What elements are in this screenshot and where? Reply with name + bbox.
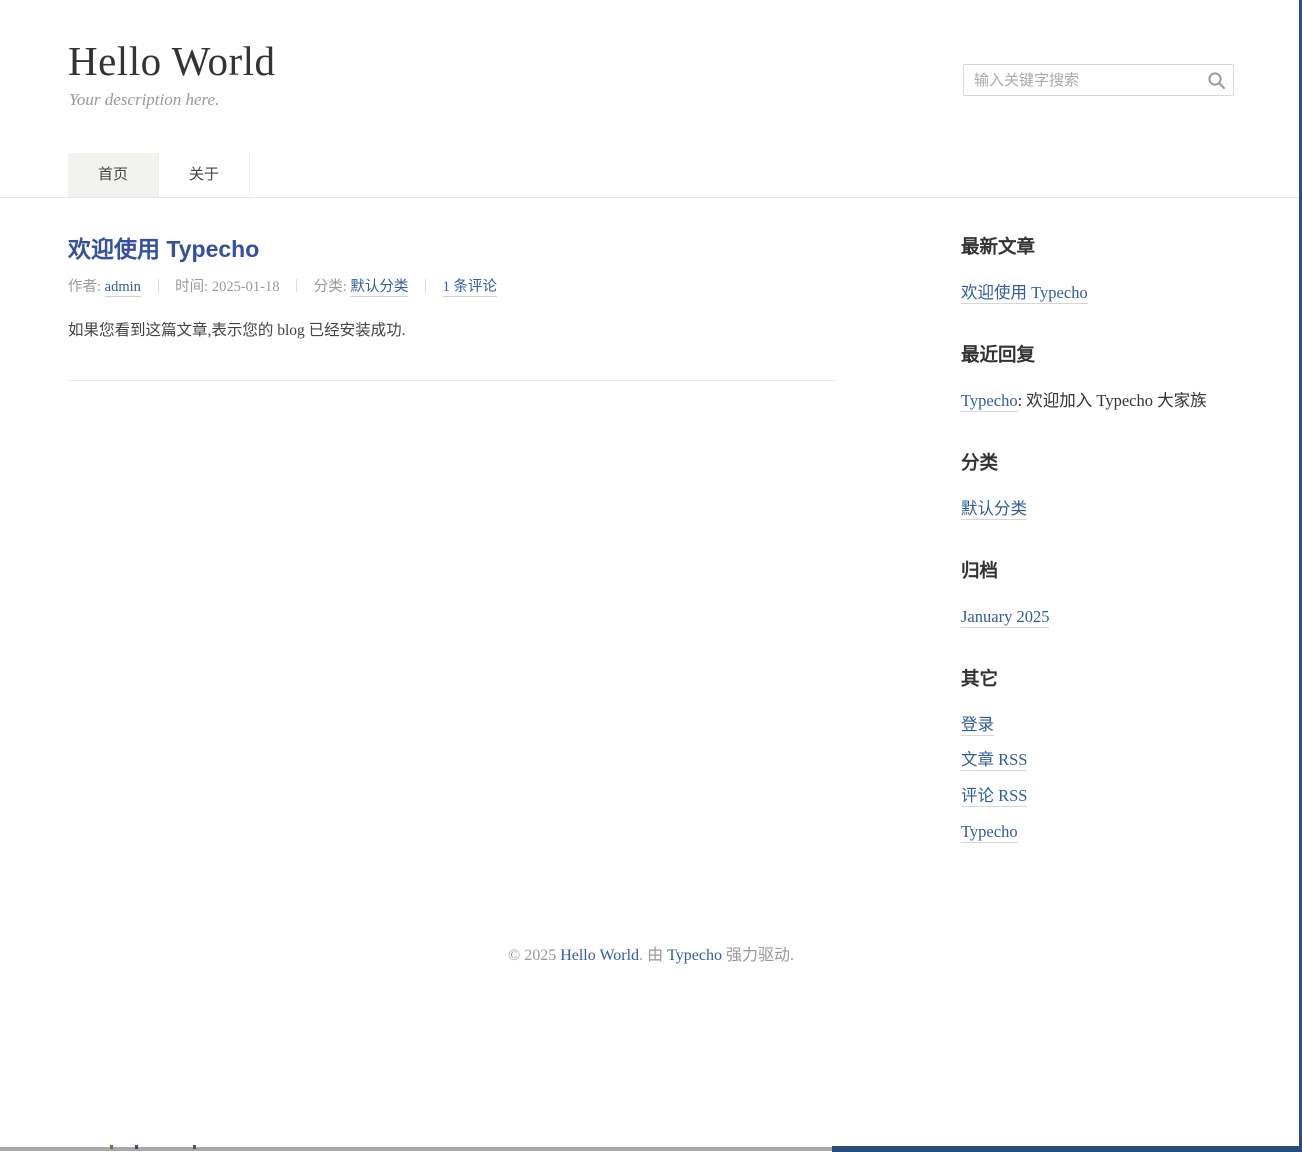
widget-recent-posts: 最新文章 欢迎使用 Typecho <box>961 236 1234 304</box>
widget-misc: 其它 登录 文章 RSS 评论 RSS Typecho <box>961 668 1234 843</box>
footer-suffix-text: 强力驱动. <box>726 947 794 964</box>
category-label: 分类: <box>314 279 347 295</box>
meta-separator <box>296 279 297 292</box>
commenter-link[interactable]: Typecho <box>961 391 1018 412</box>
magnifier-icon <box>1207 78 1226 93</box>
list-item: 默认分类 <box>961 499 1234 520</box>
meta-separator <box>425 279 426 292</box>
copyright-text: © 2025 <box>508 947 556 964</box>
comment-excerpt: : 欢迎加入 Typecho 大家族 <box>1018 391 1207 410</box>
search-form <box>963 64 1234 96</box>
site-title-link[interactable]: Hello World <box>68 38 276 84</box>
category-link[interactable]: 默认分类 <box>961 499 1027 520</box>
category-link[interactable]: 默认分类 <box>350 279 408 297</box>
typecho-link[interactable]: Typecho <box>961 822 1018 843</box>
widget-title: 归档 <box>961 560 1234 581</box>
footer-site-link[interactable]: Hello World <box>560 947 639 964</box>
main-wrap: 欢迎使用 Typecho 作者: admin 时间: 2025-01-18 分类… <box>68 198 1234 882</box>
time-label: 时间: <box>175 279 208 295</box>
posts-rss-link[interactable]: 文章 RSS <box>961 750 1027 771</box>
search-button[interactable] <box>1201 67 1231 93</box>
site-header: Hello World Your description here. 首页 关于 <box>0 0 1302 198</box>
main-nav: 首页 关于 <box>68 153 250 197</box>
footer-engine-link[interactable]: Typecho <box>667 947 722 964</box>
list-item: 欢迎使用 Typecho <box>961 283 1234 304</box>
author-link[interactable]: admin <box>105 279 141 297</box>
widget-title: 其它 <box>961 668 1234 689</box>
archive-link[interactable]: January 2025 <box>961 607 1049 628</box>
widget-archives: 归档 January 2025 <box>961 560 1234 628</box>
comments-rss-link[interactable]: 评论 RSS <box>961 786 1027 807</box>
meta-separator <box>158 279 159 292</box>
taskbar-speck <box>110 1145 113 1149</box>
sidebar: 最新文章 欢迎使用 Typecho 最近回复 Typecho: 欢迎加入 Typ… <box>961 236 1234 882</box>
taskbar-speck <box>135 1145 138 1149</box>
post-meta: 作者: admin 时间: 2025-01-18 分类: 默认分类 1 条评论 <box>68 279 836 296</box>
taskbar-edge-gray <box>0 1147 832 1151</box>
window-bottom-edge <box>832 1146 1302 1152</box>
recent-post-link[interactable]: 欢迎使用 Typecho <box>961 283 1088 304</box>
post-body: 如果您看到这篇文章,表示您的 blog 已经安装成功. <box>68 319 836 343</box>
list-item: January 2025 <box>961 607 1234 628</box>
comments-link[interactable]: 1 条评论 <box>443 279 497 297</box>
post-title-link[interactable]: 欢迎使用 Typecho <box>68 236 259 262</box>
search-input[interactable] <box>963 64 1234 96</box>
post: 欢迎使用 Typecho 作者: admin 时间: 2025-01-18 分类… <box>68 236 836 381</box>
widget-recent-comments: 最近回复 Typecho: 欢迎加入 Typecho 大家族 <box>961 344 1234 412</box>
footer-mid-text: . 由 <box>639 947 663 964</box>
nav-item-home[interactable]: 首页 <box>68 153 159 197</box>
widget-title: 最近回复 <box>961 344 1234 365</box>
nav-item-about[interactable]: 关于 <box>159 153 250 197</box>
author-label: 作者: <box>68 279 101 295</box>
widget-title: 最新文章 <box>961 236 1234 257</box>
taskbar-speck <box>193 1145 196 1149</box>
site-footer: © 2025 Hello World. 由 Typecho 强力驱动. <box>0 941 1302 965</box>
list-item: Typecho <box>961 822 1234 843</box>
widget-categories: 分类 默认分类 <box>961 452 1234 520</box>
post-title: 欢迎使用 Typecho <box>68 236 836 264</box>
list-item: 文章 RSS <box>961 750 1234 771</box>
list-item: 登录 <box>961 715 1234 736</box>
post-divider <box>68 380 836 381</box>
post-date: 2025-01-18 <box>212 279 280 295</box>
list-item: Typecho: 欢迎加入 Typecho 大家族 <box>961 391 1234 412</box>
widget-title: 分类 <box>961 452 1234 473</box>
content-column: 欢迎使用 Typecho 作者: admin 时间: 2025-01-18 分类… <box>68 236 836 381</box>
list-item: 评论 RSS <box>961 786 1234 807</box>
login-link[interactable]: 登录 <box>961 715 994 736</box>
